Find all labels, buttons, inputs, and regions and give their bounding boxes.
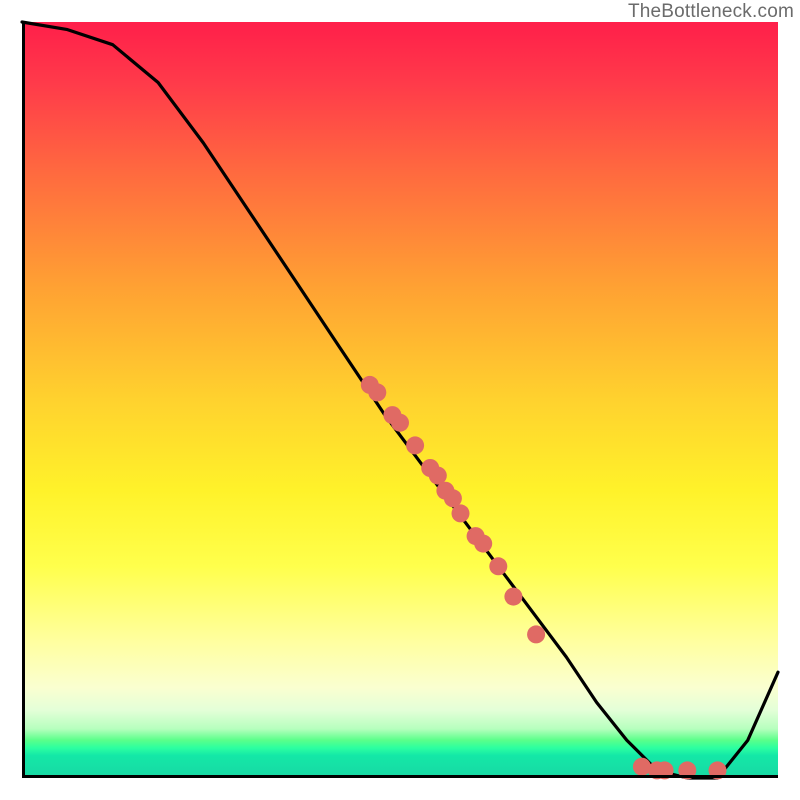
curve-layer <box>22 22 778 778</box>
x-axis-line <box>22 775 778 778</box>
highlight-dot <box>489 557 507 575</box>
highlight-dot <box>406 436 424 454</box>
highlight-dot <box>474 535 492 553</box>
bottleneck-curve <box>22 22 778 778</box>
highlight-dot <box>633 758 651 776</box>
y-axis-line <box>22 22 25 778</box>
highlight-dots-group <box>361 376 727 780</box>
chart-container: TheBottleneck.com <box>0 0 800 800</box>
highlight-dot <box>391 414 409 432</box>
plot-area <box>22 22 778 778</box>
highlight-dot <box>452 504 470 522</box>
highlight-dot <box>368 383 386 401</box>
highlight-dot <box>527 625 545 643</box>
highlight-dot <box>504 588 522 606</box>
watermark-text: TheBottleneck.com <box>628 1 794 23</box>
